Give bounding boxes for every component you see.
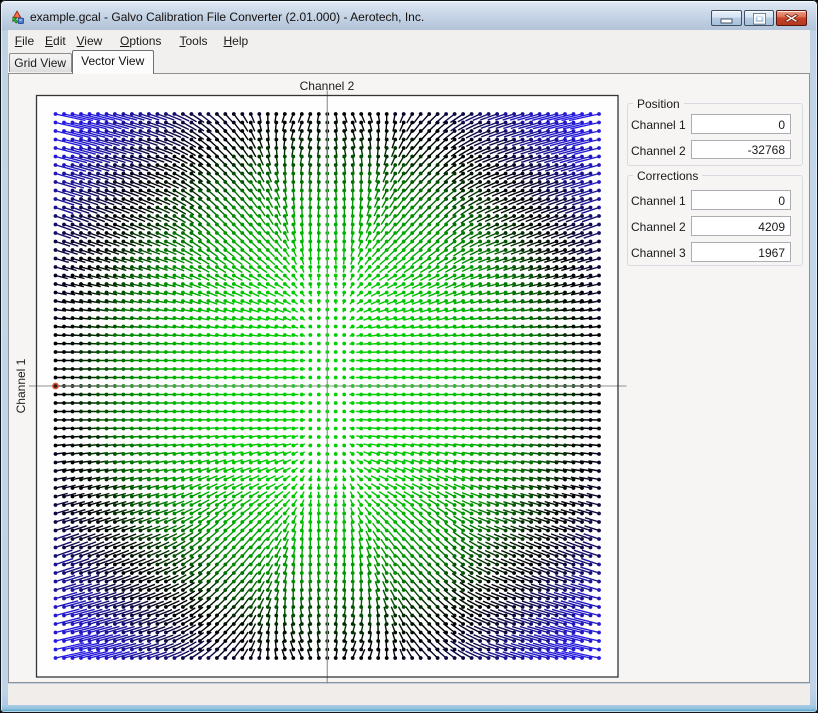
svg-text:Channel 1: Channel 1 [14, 358, 28, 413]
svg-text:Channel 2: Channel 2 [300, 79, 355, 93]
